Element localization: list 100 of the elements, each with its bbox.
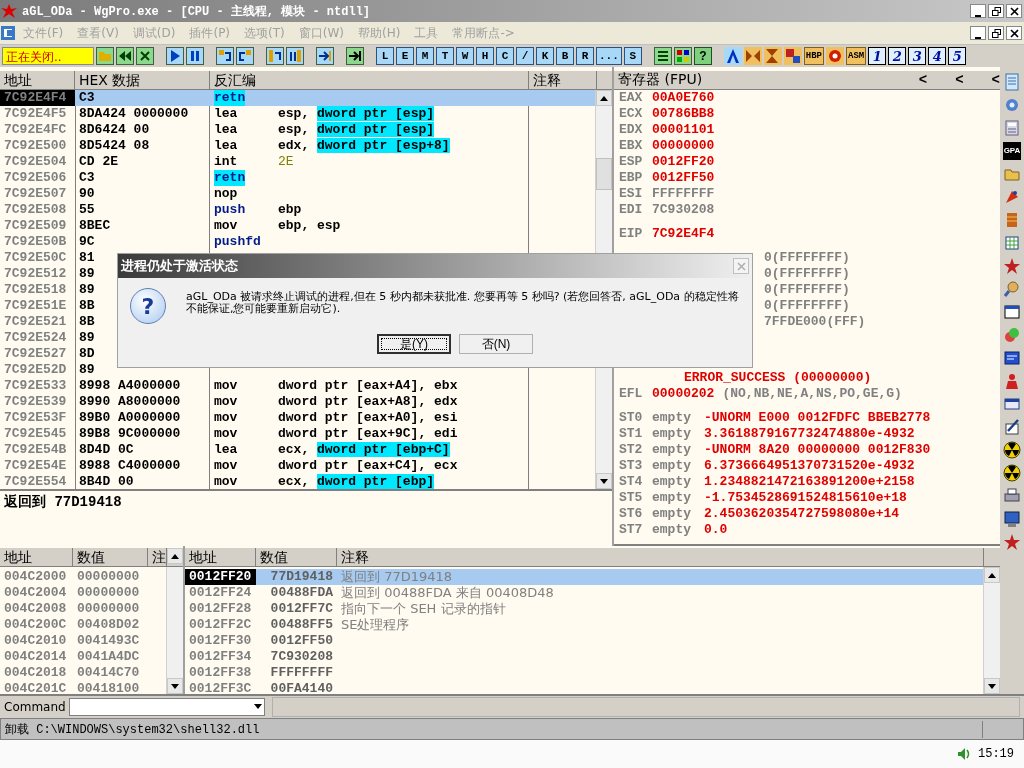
address-cell-text: 7C92E524: [3, 330, 68, 346]
operands: ecx, dword ptr [ebp+C]: [278, 442, 450, 458]
hex-cell: C3: [79, 90, 95, 105]
address-cell-text: 004C2010: [3, 633, 68, 649]
hex-cell: 8BEC: [79, 218, 111, 233]
hex-cell: 8B: [79, 298, 95, 313]
value-cell-text: 7C930208: [269, 649, 334, 665]
register-name: ESP: [619, 154, 644, 170]
segment-value: 7FFDE000(FFF): [764, 314, 866, 330]
dialog-title: 进程仍处于激活状态: [120, 257, 239, 275]
mnemonic: retn: [214, 90, 246, 106]
segment-value: 0(FFFFFFFF): [764, 266, 850, 282]
value-cell-text: 00488FF5: [269, 617, 334, 633]
address-cell-text: 7C92E50B: [3, 234, 68, 250]
register-name: EBP: [619, 170, 644, 186]
value-cell-text: 0012FF7C: [269, 601, 334, 617]
segment-value: 0(FFFFFFFF): [764, 298, 850, 314]
segment-value: 0(FFFFFFFF): [764, 250, 850, 266]
register-name: EFL: [619, 386, 644, 402]
address-cell-text: 7C92E508: [3, 202, 68, 218]
operands: ebp, esp: [278, 218, 341, 234]
register-name: ST1: [619, 426, 644, 442]
last-error-value: ERROR_SUCCESS (00000000): [684, 370, 872, 386]
address-cell-text: 7C92E500: [3, 138, 68, 154]
hex-cell: 8D5424 08: [79, 138, 150, 153]
address-cell: 7C92E4F4: [0, 90, 75, 106]
address-cell-text: 7C92E50C: [3, 250, 68, 266]
mnemonic: mov: [214, 458, 239, 474]
register-name: ST0: [619, 410, 644, 426]
address-cell-text: 7C92E554: [3, 474, 68, 489]
address-cell-text: 0012FF3C: [188, 681, 253, 694]
address-cell-text: 7C92E52D: [3, 362, 68, 378]
register-name: ST2: [619, 442, 644, 458]
dialog-message: aGL_ODa 被请求终止调试的进程,但在 5 秒内都未获批准. 您要再等 5 秒吗? (若您回答否, aGL_ODa 的稳定性将不能保证,您可能要重新启动它).: [186, 289, 740, 317]
address-cell-text: 7C92E521: [3, 314, 68, 330]
mnemonic: lea: [214, 138, 239, 154]
address-cell-text: 7C92E4F5: [3, 106, 68, 122]
hex-cell: 89: [79, 282, 95, 297]
register-name: EDX: [619, 122, 644, 138]
value-cell-text: 00414C70: [76, 665, 141, 681]
value-cell-text: 00418100: [76, 681, 141, 694]
address-cell-text: 7C92E506: [3, 170, 68, 186]
address-cell-text: 7C92E54B: [3, 442, 68, 458]
register-name: ST4: [619, 474, 644, 490]
value-cell-text: 0041493C: [76, 633, 141, 649]
mnemonic: retn: [214, 170, 246, 186]
mnemonic: lea: [214, 106, 239, 122]
address-cell-text: 004C2004: [3, 585, 68, 601]
mnemonic: mov: [214, 410, 239, 426]
status-text: 卸载 C:\WINDOWS\system32\shell32.dll: [1, 720, 983, 738]
segment-value: 0(FFFFFFFF): [764, 282, 850, 298]
value-cell-text: 00000000: [76, 585, 141, 601]
status-indicator: 正在关闭..: [2, 47, 94, 65]
comment-cell-text: SE处理程序: [340, 617, 410, 633]
address-cell-text: 7C92E545: [3, 426, 68, 442]
address-cell-text: 7C92E507: [3, 186, 68, 202]
clock: 15:19: [978, 747, 1014, 761]
operands: dword ptr [eax+A4], ebx: [278, 378, 458, 394]
address-cell-text: 7C92E518: [3, 282, 68, 298]
hex-cell: 8B: [79, 314, 95, 329]
register-name: EAX: [619, 90, 644, 106]
address-cell-text: 7C92E533: [3, 378, 68, 394]
mnemonic: mov: [214, 378, 239, 394]
value-cell-text: 00488FDA: [269, 585, 334, 601]
address-cell-text: 7C92E509: [3, 218, 68, 234]
register-tag: empty: [652, 442, 704, 458]
operands: 2E: [278, 154, 294, 170]
hex-cell: 8B4D 00: [79, 474, 134, 489]
hex-cell: 89B8 9C000000: [79, 426, 181, 441]
hex-cell: C3: [79, 170, 95, 185]
hex-cell: 55: [79, 202, 95, 217]
comment-cell-text: 指向下一个 SEH 记录的指针: [340, 601, 506, 617]
register-name: ST5: [619, 490, 644, 506]
operands: ecx, dword ptr [ebp]: [278, 474, 435, 489]
hex-cell: 89: [79, 362, 95, 377]
value-cell-text: 00FA4140: [269, 681, 334, 694]
hex-cell: 8D4D 0C: [79, 442, 134, 457]
operands: esp, dword ptr [esp]: [278, 122, 435, 138]
address-cell-text: 004C2000: [3, 569, 68, 585]
operands: dword ptr [eax+A0], esi: [278, 410, 458, 426]
address-cell-text: 0012FF30: [188, 633, 253, 649]
value-cell-text: 00408D02: [76, 617, 141, 633]
address-cell-text: 7C92E539: [3, 394, 68, 410]
mnemonic: push: [214, 202, 247, 218]
register-tag: empty: [652, 458, 704, 474]
address-cell-text: 7C92E504: [3, 154, 68, 170]
address-cell-text: 0012FF38: [188, 665, 253, 681]
operands: ebp: [278, 202, 302, 218]
mnemonic: lea: [214, 122, 239, 138]
question-icon: ?: [130, 288, 166, 324]
mnemonic: mov: [214, 474, 239, 489]
address-cell-text: 0012FF34: [188, 649, 253, 665]
flags-decoded: (NO,NB,NE,A,NS,PO,GE,G): [722, 386, 902, 402]
address-cell-text: 7C92E4FC: [3, 122, 68, 138]
hex-cell: 8DA424 0000000: [79, 106, 189, 121]
value-cell-text: 00000000: [76, 601, 141, 617]
register-name: ECX: [619, 106, 644, 122]
info-text: 返回到 77D19418: [3, 493, 123, 512]
hex-cell: 90: [79, 186, 95, 201]
address-cell-text: 004C2008: [3, 601, 68, 617]
